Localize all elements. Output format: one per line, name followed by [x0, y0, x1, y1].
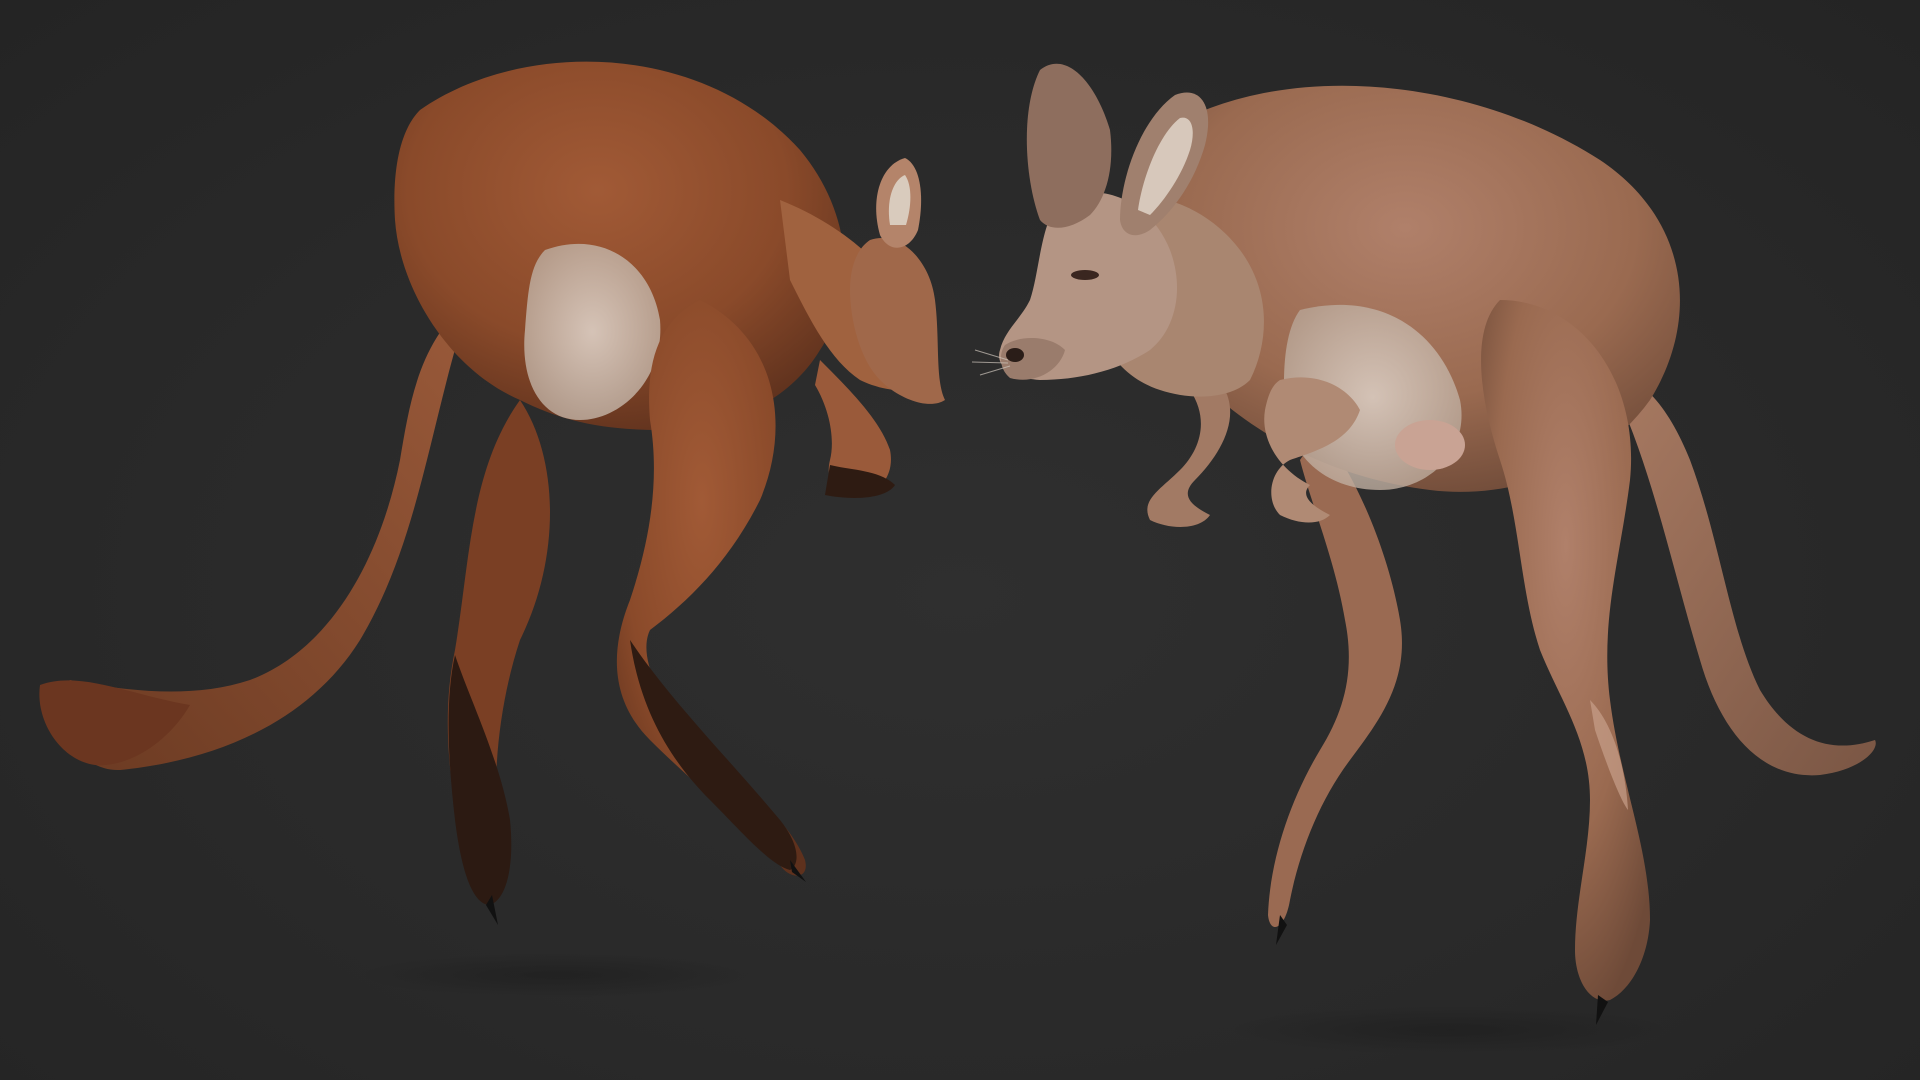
ground-shadow-left	[360, 953, 760, 997]
foot-near-left	[630, 640, 797, 870]
kangaroo-left	[39, 61, 945, 925]
render-viewport	[0, 0, 1920, 1080]
arm-right-back	[1147, 390, 1231, 527]
eye-right	[1071, 270, 1099, 280]
pouch-right	[1395, 420, 1465, 470]
ground-shadow-right	[1230, 1006, 1670, 1054]
kangaroo-render	[39, 61, 1876, 1054]
ear-right-back	[1026, 63, 1112, 228]
kangaroo-right	[971, 63, 1876, 1025]
nose-right	[1006, 348, 1024, 362]
tail-right	[1610, 378, 1876, 776]
